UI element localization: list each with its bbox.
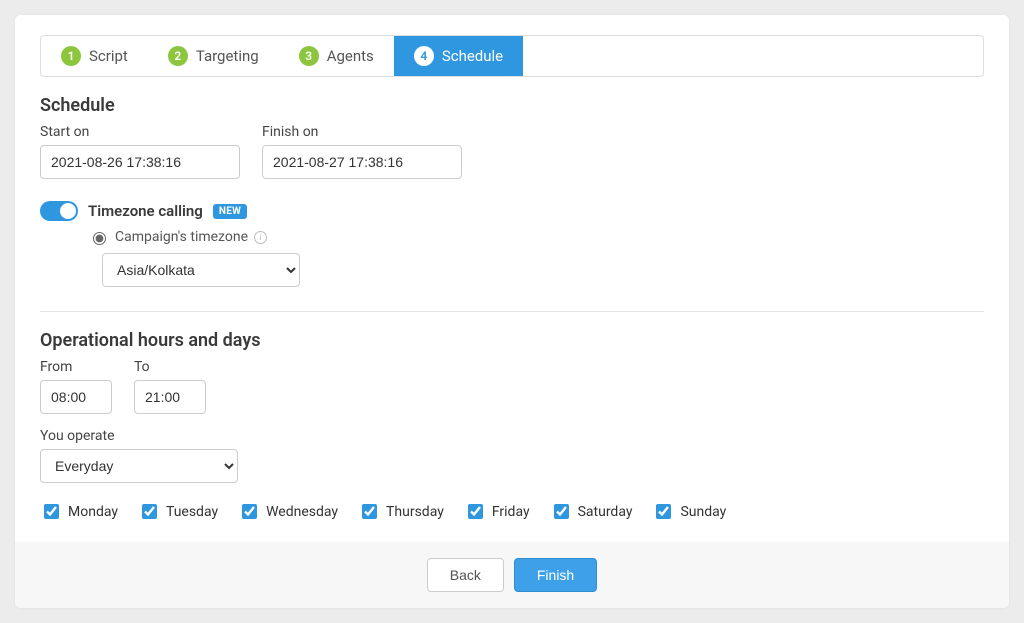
step-label: Schedule: [442, 47, 503, 65]
day-checkbox[interactable]: [142, 504, 157, 519]
day-label: Monday: [68, 504, 118, 520]
from-time-input[interactable]: [40, 380, 112, 414]
day-item-thursday[interactable]: Thursday: [358, 501, 444, 522]
you-operate-label: You operate: [40, 428, 984, 444]
day-label: Thursday: [386, 504, 444, 520]
step-number: 1: [61, 46, 81, 66]
schedule-panel: 1 Script 2 Targeting 3 Agents 4 Schedule…: [15, 15, 1009, 608]
section-divider: [40, 311, 984, 312]
day-label: Sunday: [680, 504, 726, 520]
new-badge: NEW: [213, 204, 247, 219]
day-checkbox[interactable]: [468, 504, 483, 519]
step-number: 4: [414, 46, 434, 66]
back-button[interactable]: Back: [427, 558, 504, 592]
step-label: Targeting: [196, 47, 259, 65]
days-of-week: Monday Tuesday Wednesday Thursday Friday…: [40, 501, 984, 522]
start-on-input[interactable]: [40, 145, 240, 179]
from-label: From: [40, 359, 112, 375]
step-number: 3: [299, 46, 319, 66]
operational-heading: Operational hours and days: [40, 330, 984, 351]
day-item-sunday[interactable]: Sunday: [652, 501, 726, 522]
day-checkbox[interactable]: [44, 504, 59, 519]
step-number: 2: [168, 46, 188, 66]
step-script[interactable]: 1 Script: [41, 36, 148, 76]
day-label: Saturday: [578, 504, 633, 520]
day-checkbox[interactable]: [242, 504, 257, 519]
you-operate-select[interactable]: Everyday: [40, 449, 238, 483]
day-item-friday[interactable]: Friday: [464, 501, 530, 522]
step-schedule[interactable]: 4 Schedule: [394, 36, 523, 76]
day-item-tuesday[interactable]: Tuesday: [138, 501, 218, 522]
day-checkbox[interactable]: [554, 504, 569, 519]
day-label: Friday: [492, 504, 530, 520]
step-agents[interactable]: 3 Agents: [279, 36, 394, 76]
day-label: Tuesday: [166, 504, 218, 520]
finish-on-label: Finish on: [262, 124, 462, 140]
info-icon[interactable]: i: [254, 231, 267, 244]
day-item-monday[interactable]: Monday: [40, 501, 118, 522]
toggle-knob: [60, 203, 76, 219]
step-label: Agents: [327, 47, 374, 65]
wizard-footer: Back Finish: [15, 542, 1009, 608]
wizard-stepper: 1 Script 2 Targeting 3 Agents 4 Schedule: [40, 35, 984, 77]
day-label: Wednesday: [266, 504, 338, 520]
day-item-wednesday[interactable]: Wednesday: [238, 501, 338, 522]
timezone-calling-toggle[interactable]: [40, 201, 78, 221]
step-targeting[interactable]: 2 Targeting: [148, 36, 279, 76]
schedule-heading: Schedule: [40, 95, 984, 116]
campaign-timezone-radio-label: Campaign's timezone: [115, 229, 248, 245]
step-label: Script: [89, 47, 128, 65]
start-on-label: Start on: [40, 124, 240, 140]
to-label: To: [134, 359, 206, 375]
day-item-saturday[interactable]: Saturday: [550, 501, 633, 522]
timezone-select[interactable]: Asia/Kolkata: [102, 253, 300, 287]
to-time-input[interactable]: [134, 380, 206, 414]
day-checkbox[interactable]: [656, 504, 671, 519]
finish-button[interactable]: Finish: [514, 558, 597, 592]
finish-on-input[interactable]: [262, 145, 462, 179]
campaign-timezone-radio[interactable]: [93, 232, 106, 245]
timezone-calling-label: Timezone calling: [88, 202, 203, 220]
day-checkbox[interactable]: [362, 504, 377, 519]
